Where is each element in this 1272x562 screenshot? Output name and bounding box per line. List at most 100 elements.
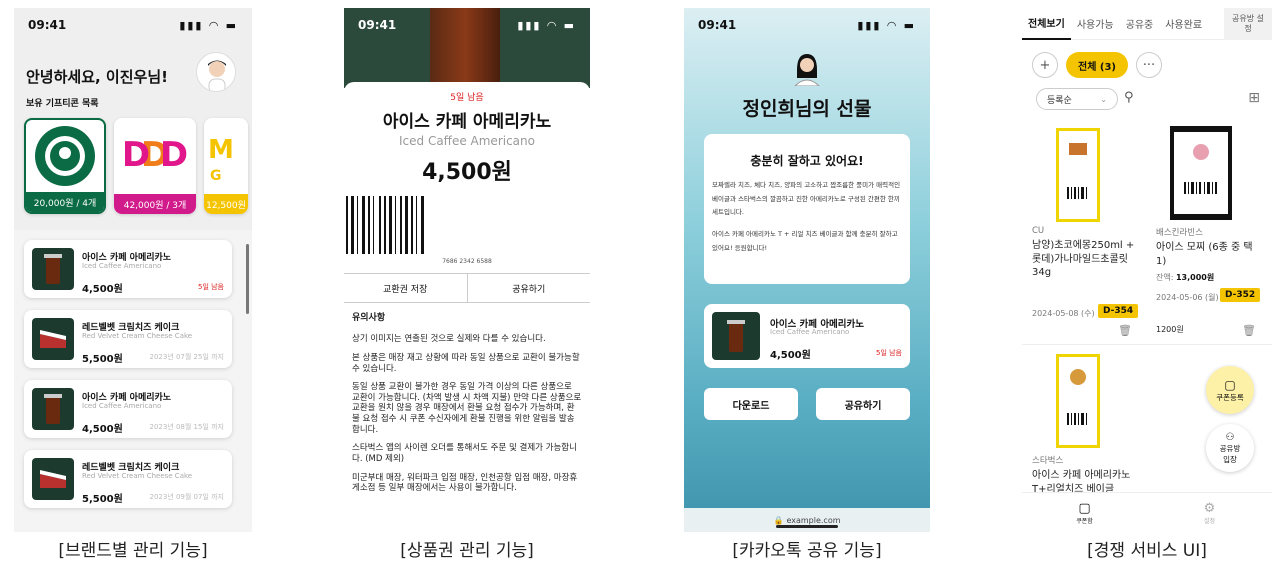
filter-bar: + 전체 (3) ··· — [1032, 52, 1162, 78]
gift-title: 정인희님의 선물 — [742, 98, 872, 120]
trash-icon[interactable]: 🗑 — [1242, 324, 1256, 337]
cake-thumbnail — [32, 458, 74, 500]
product-name-en: Iced Caffee Americano — [770, 328, 850, 336]
brand-card-starbucks[interactable]: 20,000원 / 4개 — [24, 118, 106, 214]
coupon-item-starbucks[interactable]: 스타벅스 아이스 카페 아메리카노 T+리얼치즈 베이글 — [1032, 454, 1152, 496]
barcode-bar — [373, 196, 374, 254]
notice-item: 스타벅스 앱의 사이렌 오더를 통해서도 주문 및 결제가 가능합니다. (MD… — [352, 443, 577, 464]
sort-dropdown[interactable]: 등록순 ⌄ — [1036, 88, 1118, 110]
gift-item[interactable]: 아이스 카페 아메리카노 Iced Caffee Americano 4,500… — [24, 380, 232, 438]
brand-card-label: 42,000원 / 3개 — [114, 194, 196, 214]
product-title-en: Iced Caffee Americano — [399, 134, 535, 148]
gift-item[interactable]: 아이스 카페 아메리카노 Iced Caffee Americano 4,500… — [24, 240, 232, 298]
more-icon[interactable]: ··· — [1135, 52, 1162, 78]
barcode-bar — [346, 196, 348, 254]
fab-label: 입장 — [1223, 454, 1237, 464]
voucher-card: 5일 남음 아이스 카페 아메리카노 Iced Caffee Americano… — [344, 82, 590, 512]
mega-logo-icon: MG — [208, 135, 234, 184]
share-button[interactable]: 공유하기 — [816, 388, 910, 420]
coupon-name: 남양)초코에몽250ml + 롯데)가나마일드초콜릿34g — [1032, 240, 1135, 278]
coupon-image-starbucks[interactable] — [1056, 354, 1100, 448]
expiry-date: 2023년 09월 07일 까지 — [149, 493, 224, 501]
coupon-date: 2024-05-06 (월) — [1156, 293, 1219, 302]
product-card[interactable]: 아이스 카페 아메리카노 Iced Caffee Americano 4,500… — [704, 304, 910, 368]
tab-available[interactable]: 사용가능 — [1071, 16, 1120, 31]
barcode-bar — [405, 196, 408, 254]
download-button[interactable]: 다운로드 — [704, 388, 798, 420]
sort-label: 등록순 — [1047, 95, 1072, 106]
gift-item[interactable]: 레드벨벳 크림치즈 케이크 Red Velvet Cream Cheese Ca… — [24, 450, 232, 508]
filter-all-pill[interactable]: 전체 (3) — [1066, 52, 1128, 78]
gift-name-en: Iced Caffee Americano — [82, 262, 162, 270]
voucher-management-screen: 09:41 ▮▮▮ ◠ ▬ 5일 남음 아이스 카페 아메리카노 Iced Ca… — [344, 8, 590, 532]
notice-section: 유의사항 상기 이미지는 연출된 것으로 실제와 다를 수 있습니다. 본 상품… — [344, 303, 590, 512]
nav-settings[interactable]: ⚙ 설정 — [1147, 493, 1272, 532]
barcode-bar — [389, 196, 392, 254]
bottom-nav: ▢ 쿠폰함 ⚙ 설정 — [1022, 492, 1272, 532]
status-time: 09:41 — [358, 18, 397, 32]
search-icon[interactable]: ⚲ — [1124, 90, 1134, 105]
brand-card-dunkin[interactable]: DDD 42,000원 / 3개 — [114, 118, 196, 214]
tab-share-room-settings[interactable]: 공유방 설정 — [1224, 8, 1272, 40]
days-left: 5일 남음 — [876, 349, 902, 357]
coupon-item-baskin[interactable]: 배스킨라빈스 아이스 모찌 (6종 중 택 1) 잔액: 13,000원 — [1156, 226, 1266, 283]
barcode-bar — [351, 196, 354, 254]
coupon-image-baskin[interactable] — [1170, 126, 1232, 220]
tab-bar: 전체보기 사용가능 공유중 사용완료 공유방 설정 — [1022, 8, 1272, 40]
barcode-bar — [395, 196, 396, 254]
tab-sharing[interactable]: 공유중 — [1120, 16, 1160, 31]
barcode-bar — [384, 196, 386, 254]
nav-label: 설정 — [1203, 517, 1216, 525]
scrollbar[interactable] — [246, 244, 249, 314]
gift-price: 5,500원 — [82, 494, 123, 505]
status-bar: 09:41 ▮▮▮ ◠ ▬ — [344, 8, 590, 42]
product-price: 4,500원 — [422, 160, 512, 185]
coupon-image-cu[interactable] — [1056, 128, 1100, 222]
barcode-bar — [357, 196, 358, 254]
gift-price: 5,500원 — [82, 354, 123, 365]
tab-used[interactable]: 사용완료 — [1159, 16, 1208, 31]
coupon-name: 아이스 모찌 (6종 중 택 1) — [1156, 242, 1253, 267]
gift-name-en: Iced Caffee Americano — [82, 402, 162, 410]
grid-view-icon[interactable]: ⊞ — [1248, 90, 1260, 106]
save-voucher-button[interactable]: 교환권 저장 — [344, 274, 468, 302]
coupon-item-cu[interactable]: CU 남양)초코에몽250ml + 롯데)가나마일드초콜릿34g — [1032, 226, 1142, 280]
voucher-actions: 교환권 저장 공유하기 — [344, 273, 590, 303]
tab-all[interactable]: 전체보기 — [1022, 8, 1071, 40]
fab-label: 쿠폰등록 — [1216, 392, 1244, 402]
add-icon[interactable]: + — [1032, 52, 1058, 78]
coupon-balance: 잔액: 13,000원 — [1156, 272, 1266, 283]
barcode-bar — [379, 196, 381, 254]
coupon-brand: CU — [1032, 226, 1045, 236]
coupon-brand: 배스킨라빈스 — [1156, 228, 1203, 238]
brand-management-screen: 09:41 ▮▮▮ ◠ ▬ 안녕하세요, 이진우님! 보유 기프티콘 목록 20… — [14, 8, 252, 532]
share-button[interactable]: 공유하기 — [468, 274, 591, 302]
status-time: 09:41 — [698, 18, 737, 32]
url-bar[interactable]: 🔒 example.com — [684, 508, 930, 532]
trash-icon[interactable]: 🗑 — [1118, 324, 1132, 337]
message-body: 아이스 카페 아메리카노 T + 리얼 치즈 베이글과 함께 충분히 잘하고 있… — [712, 229, 898, 252]
balance-value: 13,000원 — [1175, 273, 1215, 282]
signal-wifi-battery-icon: ▮▮▮ ◠ ▬ — [857, 18, 916, 32]
divider — [1022, 344, 1272, 345]
nav-coupon-box[interactable]: ▢ 쿠폰함 — [1022, 493, 1147, 532]
starbucks-logo-icon — [35, 126, 95, 186]
status-bar: 09:41 ▮▮▮ ◠ ▬ — [684, 8, 930, 42]
coupon-brand: 스타벅스 — [1032, 456, 1064, 466]
kakao-share-screen: 09:41 ▮▮▮ ◠ ▬ 정인희님의 선물 충분히 잘하고 있어요! 모짜렐라… — [684, 8, 930, 532]
share-room-enter-button[interactable]: ⚇ 공유방 입장 — [1206, 424, 1254, 472]
avatar[interactable] — [196, 52, 236, 92]
days-left: 5일 남음 — [450, 93, 484, 103]
brand-card-label: 20,000원 / 4개 — [26, 192, 104, 212]
days-left: 5일 남음 — [198, 283, 224, 291]
brand-card-mega[interactable]: MG 12,500원 — [204, 118, 248, 214]
barcode-bar — [411, 196, 413, 254]
gift-list: 아이스 카페 아메리카노 Iced Caffee Americano 4,500… — [24, 240, 232, 520]
section-title: 보유 기프티콘 목록 — [26, 99, 99, 109]
expiry-date: 2023년 07월 25일 까지 — [149, 353, 224, 361]
gift-item[interactable]: 레드벨벳 크림치즈 케이크 Red Velvet Cream Cheese Ca… — [24, 310, 232, 368]
coupon-register-button[interactable]: ▢ 쿠폰등록 — [1206, 366, 1254, 414]
status-bar: 09:41 ▮▮▮ ◠ ▬ — [14, 8, 252, 42]
coupon-date: 2024-05-08 (수) — [1032, 309, 1095, 318]
svg-text:G: G — [210, 168, 222, 184]
